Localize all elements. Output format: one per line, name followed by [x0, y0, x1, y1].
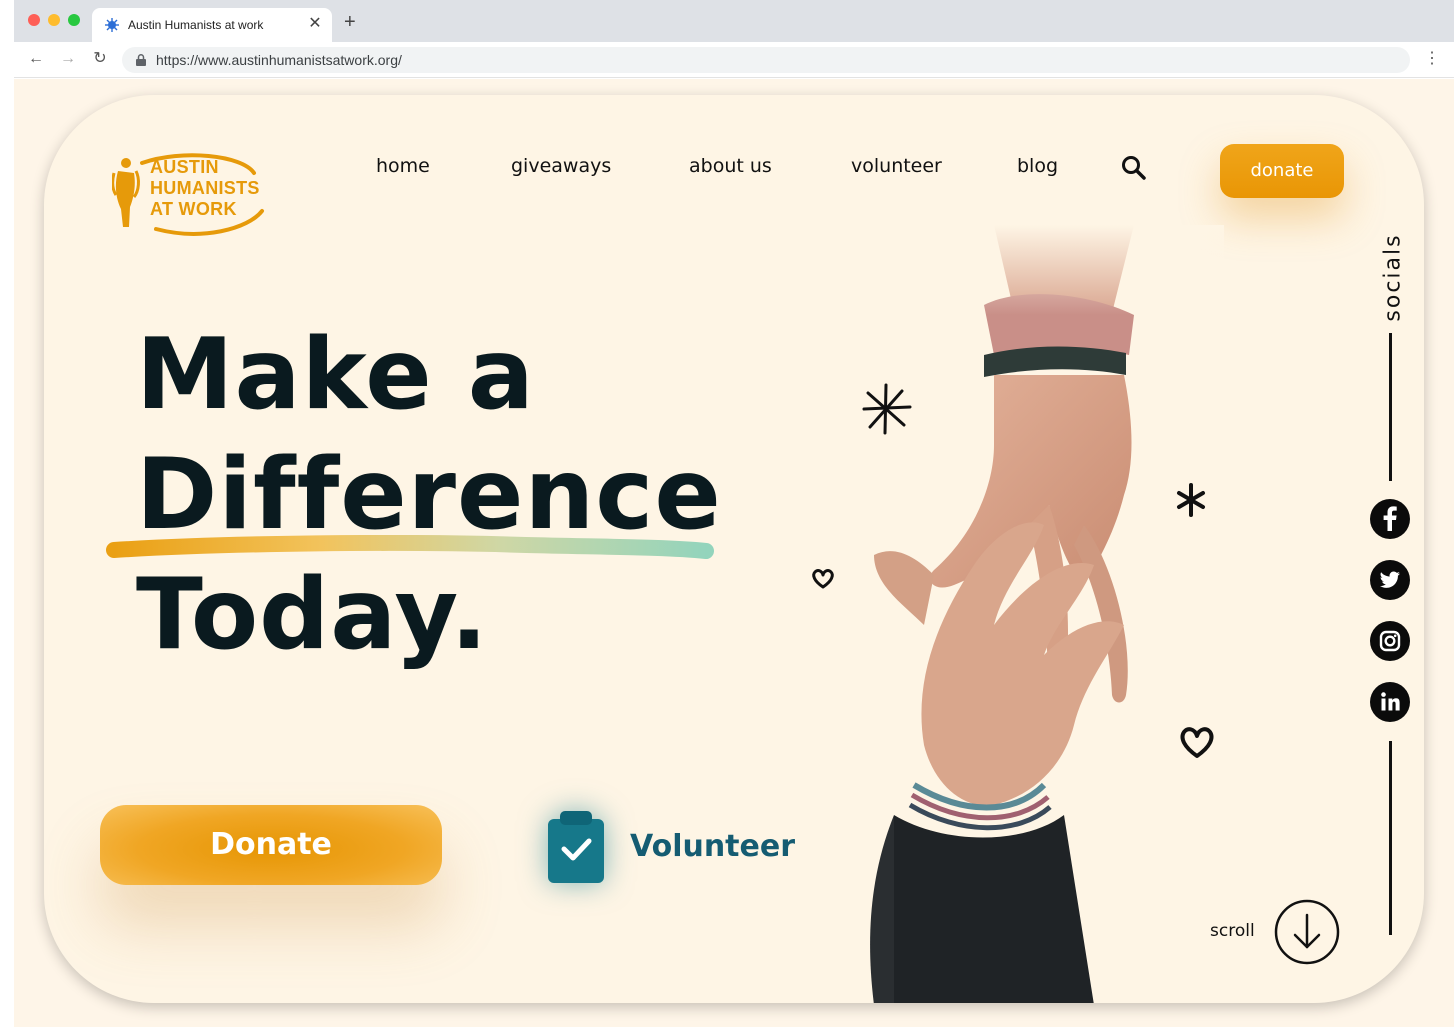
- socials-divider-bottom: [1389, 741, 1392, 935]
- new-tab-button[interactable]: +: [344, 12, 356, 32]
- heart-doodle-icon: [1180, 727, 1214, 758]
- maximize-window-button[interactable]: [68, 14, 80, 26]
- socials-label-text: socials: [1380, 233, 1406, 322]
- logo-line-1: AUSTIN: [150, 157, 219, 177]
- hero-card: AUSTIN HUMANISTS AT WORK home giveaways …: [44, 95, 1424, 1003]
- helping-hands-image: [834, 225, 1224, 1003]
- headline-line-3: Today.: [136, 558, 489, 672]
- lock-icon: [136, 54, 146, 66]
- back-button[interactable]: ←: [26, 50, 46, 68]
- volunteer-link[interactable]: Volunteer: [544, 807, 804, 887]
- linkedin-icon[interactable]: [1370, 682, 1410, 722]
- address-bar[interactable]: https://www.austinhumanistsatwork.org/: [122, 47, 1410, 73]
- scroll-label: scroll: [1210, 921, 1255, 941]
- asterisk-small-doodle-icon: [1177, 483, 1205, 517]
- tab-title: Austin Humanists at work: [128, 18, 264, 32]
- reload-button[interactable]: ↻: [90, 50, 110, 68]
- nav-home[interactable]: home: [376, 155, 430, 177]
- nav-about-us[interactable]: about us: [689, 155, 772, 177]
- nav-giveaways[interactable]: giveaways: [511, 155, 611, 177]
- browser-tab-bar: Austin Humanists at work ✕ +: [14, 0, 1454, 42]
- logo-line-2: HUMANISTS: [150, 178, 260, 198]
- nav-volunteer[interactable]: volunteer: [851, 155, 942, 177]
- clipboard-check-icon: [548, 811, 604, 883]
- header-donate-button[interactable]: donate: [1220, 144, 1344, 198]
- browser-menu-icon[interactable]: ⋮: [1424, 50, 1440, 68]
- tab-close-icon[interactable]: ✕: [306, 15, 324, 33]
- logo-wordmark: AUSTIN HUMANISTS AT WORK: [150, 157, 260, 220]
- heart-doodle-small-icon: [812, 569, 834, 589]
- close-window-button[interactable]: [28, 14, 40, 26]
- hero-donate-button[interactable]: Donate: [100, 805, 442, 885]
- headline-line-1: Make a: [136, 318, 535, 432]
- browser-toolbar: ← → ↻ https://www.austinhumanistsatwork.…: [14, 42, 1454, 78]
- page-viewport: AUSTIN HUMANISTS AT WORK home giveaways …: [14, 79, 1454, 1027]
- logo-line-3: AT WORK: [150, 199, 237, 219]
- asterisk-doodle-icon: [862, 383, 912, 435]
- socials-label: socials: [1369, 229, 1409, 329]
- twitter-icon[interactable]: [1370, 560, 1410, 600]
- forward-button[interactable]: →: [58, 50, 78, 68]
- nav-blog[interactable]: blog: [1017, 155, 1058, 177]
- site-logo[interactable]: AUSTIN HUMANISTS AT WORK: [112, 143, 272, 236]
- url-text: https://www.austinhumanistsatwork.org/: [156, 52, 402, 68]
- minimize-window-button[interactable]: [48, 14, 60, 26]
- browser-tab[interactable]: Austin Humanists at work ✕: [92, 8, 332, 42]
- facebook-icon[interactable]: [1370, 499, 1410, 539]
- scroll-down-button[interactable]: [1274, 899, 1340, 965]
- instagram-icon[interactable]: [1370, 621, 1410, 661]
- favicon-icon: [105, 18, 119, 32]
- socials-divider-top: [1389, 333, 1392, 481]
- search-icon[interactable]: [1120, 154, 1148, 182]
- volunteer-label: Volunteer: [630, 829, 796, 864]
